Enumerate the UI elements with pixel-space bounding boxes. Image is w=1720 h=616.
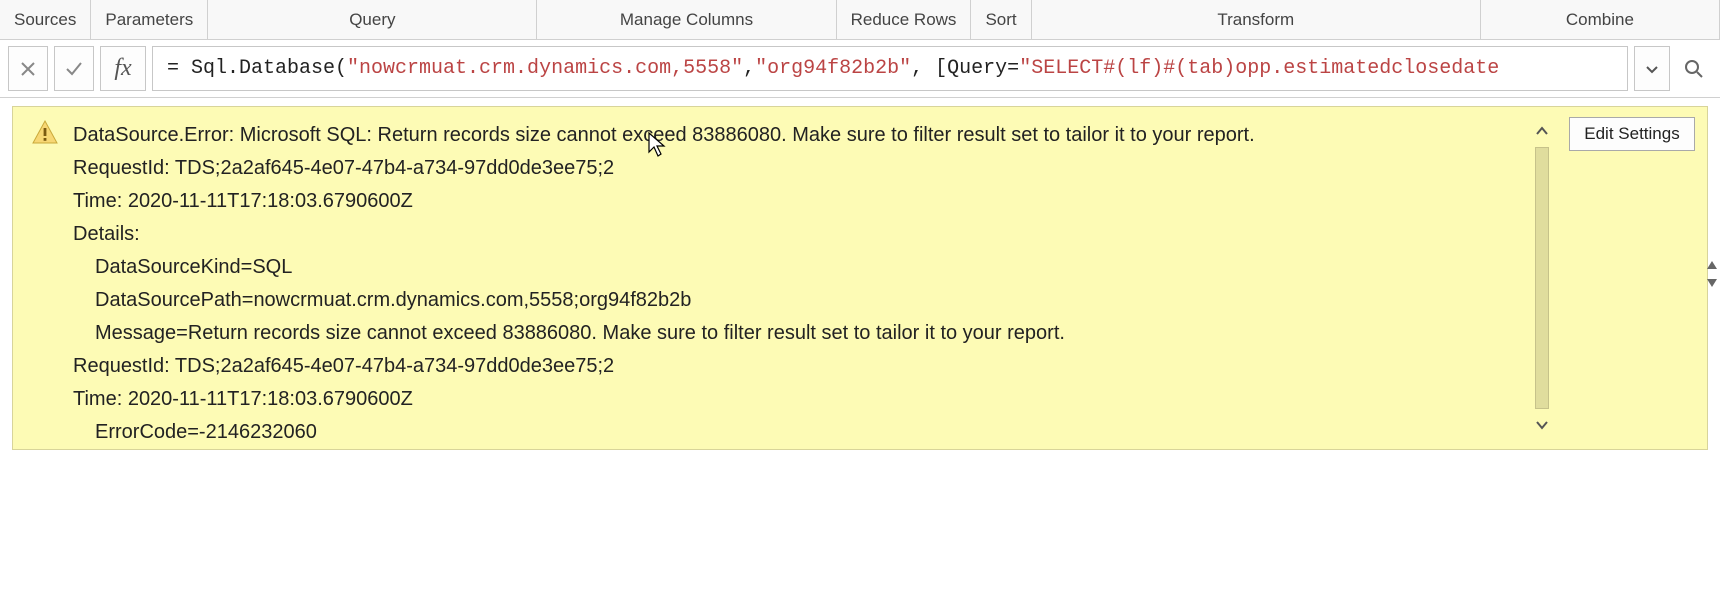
ribbon-group-query[interactable]: Query [208, 0, 537, 39]
warning-icon [31, 119, 59, 147]
error-line-1: DataSource.Error: Microsoft SQL: Return … [73, 119, 1511, 152]
error-scrollbar[interactable] [1527, 107, 1557, 449]
formula-input[interactable]: = Sql.Database( "nowcrmuat.crm.dynamics.… [152, 46, 1628, 91]
chevron-up-icon [1535, 124, 1549, 138]
ribbon-group-reduce-rows[interactable]: Reduce Rows [837, 0, 972, 39]
check-icon [64, 59, 84, 79]
error-body: DataSource.Error: Microsoft SQL: Return … [13, 107, 1527, 449]
chevron-down-icon [1535, 418, 1549, 432]
ribbon-group-parameters[interactable]: Parameters [91, 0, 208, 39]
ribbon: Sources Parameters Query Manage Columns … [0, 0, 1720, 40]
triangle-down-icon [1706, 278, 1718, 288]
scroll-thumb[interactable] [1535, 147, 1549, 409]
error-line-7: Message=Return records size cannot excee… [73, 317, 1511, 350]
side-collapse-arrows[interactable] [1706, 260, 1718, 288]
scroll-down-button[interactable] [1532, 415, 1552, 435]
chevron-down-icon [1644, 61, 1660, 77]
error-line-6: DataSourcePath=nowcrmuat.crm.dynamics.co… [73, 284, 1511, 317]
formula-bar: fx = Sql.Database( "nowcrmuat.crm.dynami… [0, 40, 1720, 98]
search-icon [1684, 59, 1704, 79]
ribbon-group-sort[interactable]: Sort [971, 0, 1031, 39]
formula-text-prefix: = Sql.Database( [167, 57, 347, 80]
error-line-2: RequestId: TDS;2a2af645-4e07-47b4-a734-9… [73, 152, 1511, 185]
formula-text-arg3: "SELECT#(lf)#(tab)opp.estimatedclosedate [1019, 57, 1499, 80]
edit-settings-button[interactable]: Edit Settings [1569, 117, 1694, 151]
scroll-up-button[interactable] [1532, 121, 1552, 141]
error-line-5: DataSourceKind=SQL [73, 251, 1511, 284]
error-panel: DataSource.Error: Microsoft SQL: Return … [12, 106, 1708, 450]
ribbon-group-manage-columns[interactable]: Manage Columns [537, 0, 836, 39]
ribbon-group-transform[interactable]: Transform [1032, 0, 1481, 39]
ribbon-group-sources[interactable]: Sources [0, 0, 91, 39]
formula-text-arg1: "nowcrmuat.crm.dynamics.com,5558" [347, 57, 743, 80]
accept-button[interactable] [54, 46, 94, 91]
search-button[interactable] [1676, 46, 1712, 91]
error-line-9: Time: 2020-11-11T17:18:03.6790600Z [73, 383, 1511, 416]
error-line-3: Time: 2020-11-11T17:18:03.6790600Z [73, 185, 1511, 218]
error-line-4: Details: [73, 218, 1511, 251]
close-icon [19, 60, 37, 78]
triangle-up-icon [1706, 260, 1718, 270]
formula-text-arg2: "org94f82b2b" [755, 57, 911, 80]
fx-label[interactable]: fx [100, 46, 146, 91]
formula-expand-button[interactable] [1634, 46, 1670, 91]
formula-text-sep1: , [743, 57, 755, 80]
formula-text-sep2: , [Query= [911, 57, 1019, 80]
ribbon-group-combine[interactable]: Combine [1481, 0, 1720, 39]
error-line-10: ErrorCode=-2146232060 [73, 416, 1511, 449]
cancel-button[interactable] [8, 46, 48, 91]
error-line-8: RequestId: TDS;2a2af645-4e07-47b4-a734-9… [73, 350, 1511, 383]
error-actions: Edit Settings [1557, 107, 1707, 449]
